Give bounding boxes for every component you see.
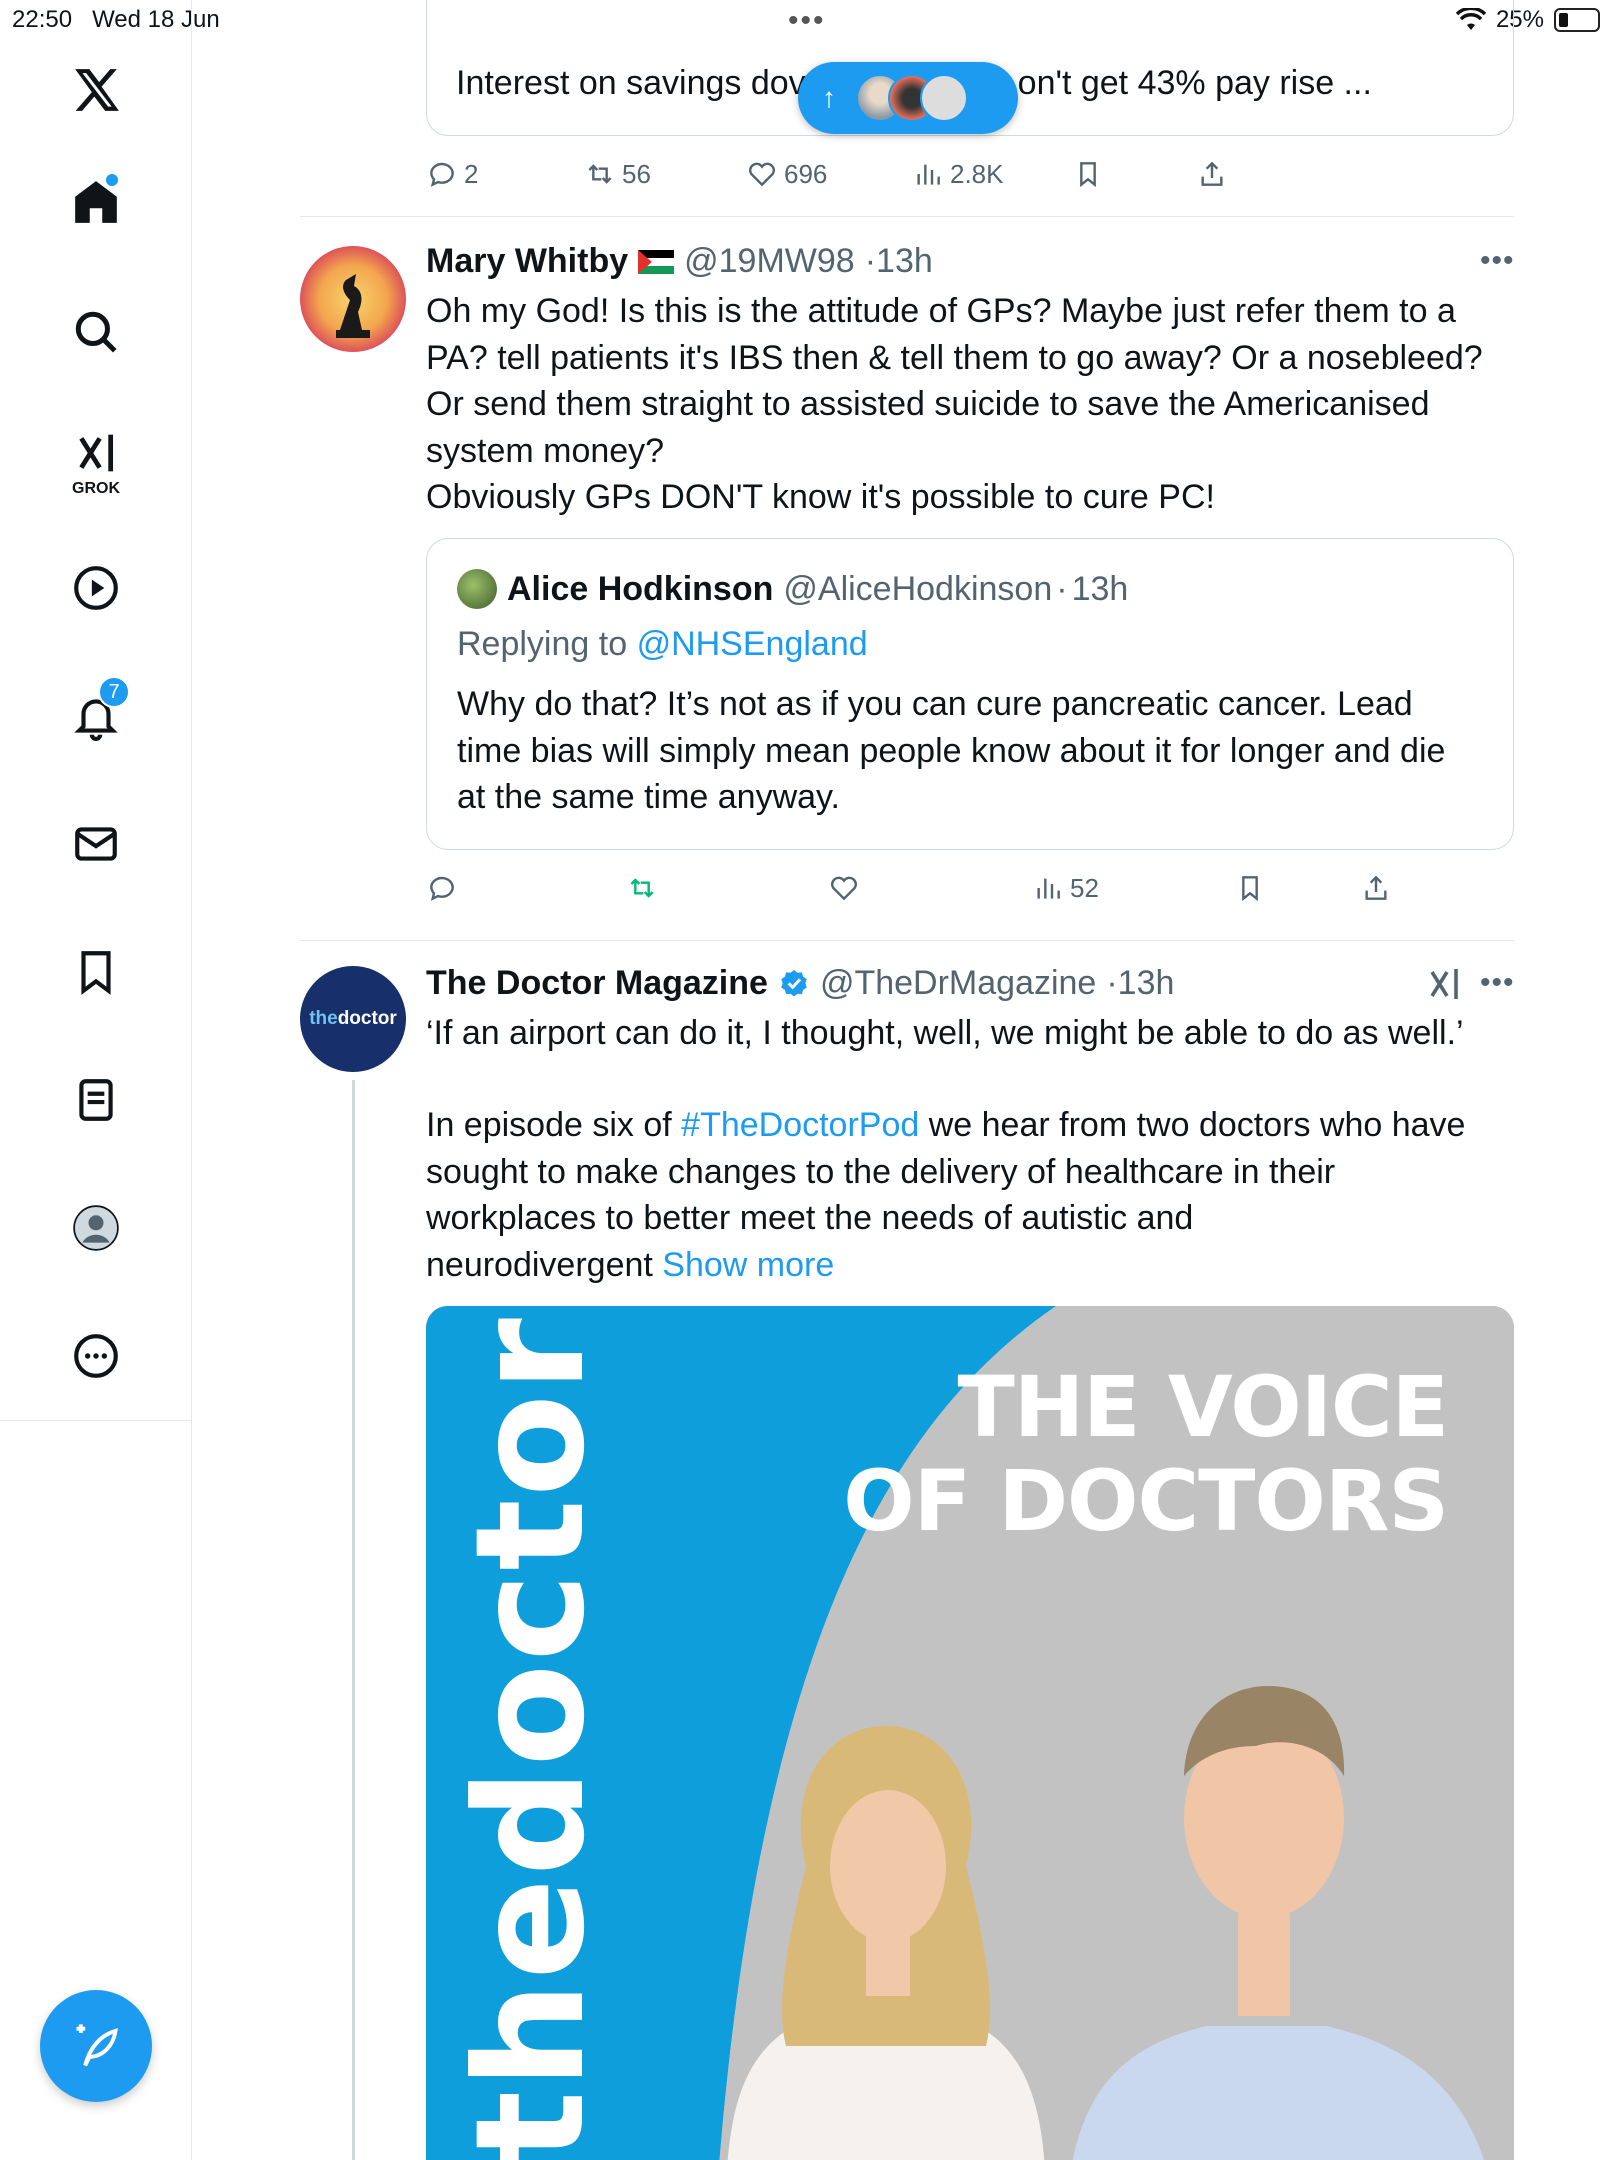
- post1-actions: 52: [426, 872, 1514, 908]
- media-headline-2: OF DOCTORS: [843, 1452, 1449, 1550]
- verified-badge-icon: [781, 969, 807, 997]
- heart-icon: [749, 162, 775, 187]
- author-handle[interactable]: @19MW98: [684, 242, 855, 281]
- post2-paragraph: In episode six of #TheDoctorPod we hear …: [426, 1106, 1466, 1284]
- bookmark-icon: [1242, 876, 1258, 902]
- sidebar: GROK 7: [0, 0, 192, 2160]
- reply-icon: [430, 162, 454, 187]
- post2-header: The Doctor Magazine @TheDrMagazine · 13h: [426, 964, 1174, 1003]
- like-count: 696: [784, 158, 828, 189]
- hashtag-link[interactable]: #TheDoctorPod: [681, 1106, 919, 1144]
- share-icon: [1201, 161, 1223, 186]
- quoted-author-handle: @AliceHodkinson: [783, 569, 1053, 608]
- arrow-up-icon: ↑: [822, 82, 836, 113]
- compose-post-button[interactable]: [40, 1990, 152, 2102]
- notifications-badge: 7: [98, 676, 130, 708]
- author-name[interactable]: The Doctor Magazine: [426, 964, 768, 1003]
- repost-button[interactable]: [626, 872, 658, 904]
- reply-button[interactable]: [426, 872, 458, 904]
- home-icon[interactable]: [56, 162, 136, 242]
- repost-button[interactable]: 56: [584, 158, 651, 190]
- reply-button[interactable]: 2: [426, 158, 478, 190]
- repost-icon: [630, 878, 654, 898]
- heart-icon: [831, 876, 857, 901]
- quoted-author-name: Alice Hodkinson: [507, 569, 774, 608]
- flag-icon: [638, 249, 675, 274]
- show-more-link[interactable]: Show more: [662, 1246, 834, 1284]
- views-button[interactable]: 2.8K: [912, 158, 1004, 190]
- battery-icon: [1554, 8, 1600, 32]
- sidebar-divider: [0, 1420, 192, 1421]
- post-divider: [300, 216, 1514, 217]
- post-time[interactable]: 13h: [1118, 964, 1175, 1003]
- quoted-post-header: Alice Hodkinson @AliceHodkinson · 13h: [457, 569, 1128, 609]
- separator-dot: ·: [1106, 964, 1118, 1002]
- quoted-author-avatar: [457, 569, 497, 609]
- views-count: 2.8K: [950, 158, 1004, 189]
- quoted-post-text: Why do that? It’s not as if you can cure…: [457, 685, 1446, 816]
- more-options-icon[interactable]: [56, 1316, 136, 1396]
- home-unread-dot: [106, 174, 118, 186]
- views-chart-icon: [1037, 878, 1060, 899]
- messages-envelope-icon[interactable]: [56, 804, 136, 884]
- repost-count: 56: [622, 158, 651, 189]
- share-button[interactable]: [1196, 158, 1228, 190]
- reply-icon: [430, 876, 454, 901]
- x-logo-icon[interactable]: [56, 50, 136, 130]
- the-doctor-avatar[interactable]: the doctor: [300, 966, 406, 1072]
- repost-icon: [588, 164, 612, 184]
- post-media-image[interactable]: thedoctor THE VOICE OF DOCTORS: [426, 1306, 1514, 2160]
- prev-post-actions: 2 56 696 2.8K: [426, 158, 1514, 194]
- bookmark-icon: [1080, 162, 1096, 188]
- post-time[interactable]: 13h: [876, 242, 933, 281]
- separator-dot: ·: [864, 242, 877, 280]
- share-icon: [1365, 875, 1387, 900]
- post-divider: [300, 940, 1514, 941]
- profile-avatar-icon[interactable]: [56, 1188, 136, 1268]
- thread-line: [352, 1080, 355, 2160]
- grok-icon[interactable]: GROK: [56, 420, 136, 500]
- post-more-icon[interactable]: •••: [1480, 966, 1515, 1000]
- views-chart-icon: [917, 164, 940, 185]
- bookmark-button[interactable]: [1234, 872, 1266, 904]
- quoted-post-time: 13h: [1071, 569, 1129, 608]
- separator-dot: ·: [1056, 569, 1068, 608]
- like-button[interactable]: [828, 872, 860, 904]
- vertical-brand-text: thedoctor: [444, 1316, 618, 2160]
- like-button[interactable]: 696: [746, 158, 827, 190]
- views-count: 52: [1070, 872, 1099, 903]
- bookmark-button[interactable]: [1072, 158, 1104, 190]
- video-play-icon[interactable]: [56, 548, 136, 628]
- views-button[interactable]: 52: [1032, 872, 1099, 904]
- grok-explain-icon[interactable]: [1426, 964, 1462, 1004]
- lists-icon[interactable]: [56, 1060, 136, 1140]
- author-name[interactable]: Mary Whitby: [426, 242, 628, 281]
- share-button[interactable]: [1360, 872, 1392, 904]
- post2-line1: ‘If an airport can do it, I thought, wel…: [426, 1014, 1464, 1052]
- grok-label: GROK: [72, 480, 120, 497]
- search-icon[interactable]: [56, 292, 136, 372]
- post1-header: Mary Whitby @19MW98 · 13h: [426, 242, 933, 281]
- notifications-bell-icon[interactable]: 7: [56, 676, 136, 756]
- replying-to-handle[interactable]: @NHSEngland: [637, 625, 868, 663]
- pill-avatar-3: [920, 74, 968, 122]
- replying-to-line: Replying to @NHSEngland: [457, 625, 868, 663]
- post-more-icon[interactable]: •••: [1480, 244, 1515, 278]
- reply-count: 2: [464, 158, 479, 189]
- quoted-post-card[interactable]: Alice Hodkinson @AliceHodkinson · 13h Repl…: [426, 538, 1514, 850]
- mary-whitby-avatar[interactable]: [300, 246, 406, 352]
- new-posts-pill[interactable]: ↑: [798, 62, 1018, 134]
- post1-text: Oh my God! Is this is the attitude of GP…: [426, 292, 1483, 516]
- bookmarks-icon[interactable]: [56, 932, 136, 1012]
- author-handle[interactable]: @TheDrMagazine: [820, 964, 1096, 1003]
- media-headline-1: THE VOICE: [957, 1358, 1449, 1456]
- compose-feather-icon: [76, 2024, 118, 2067]
